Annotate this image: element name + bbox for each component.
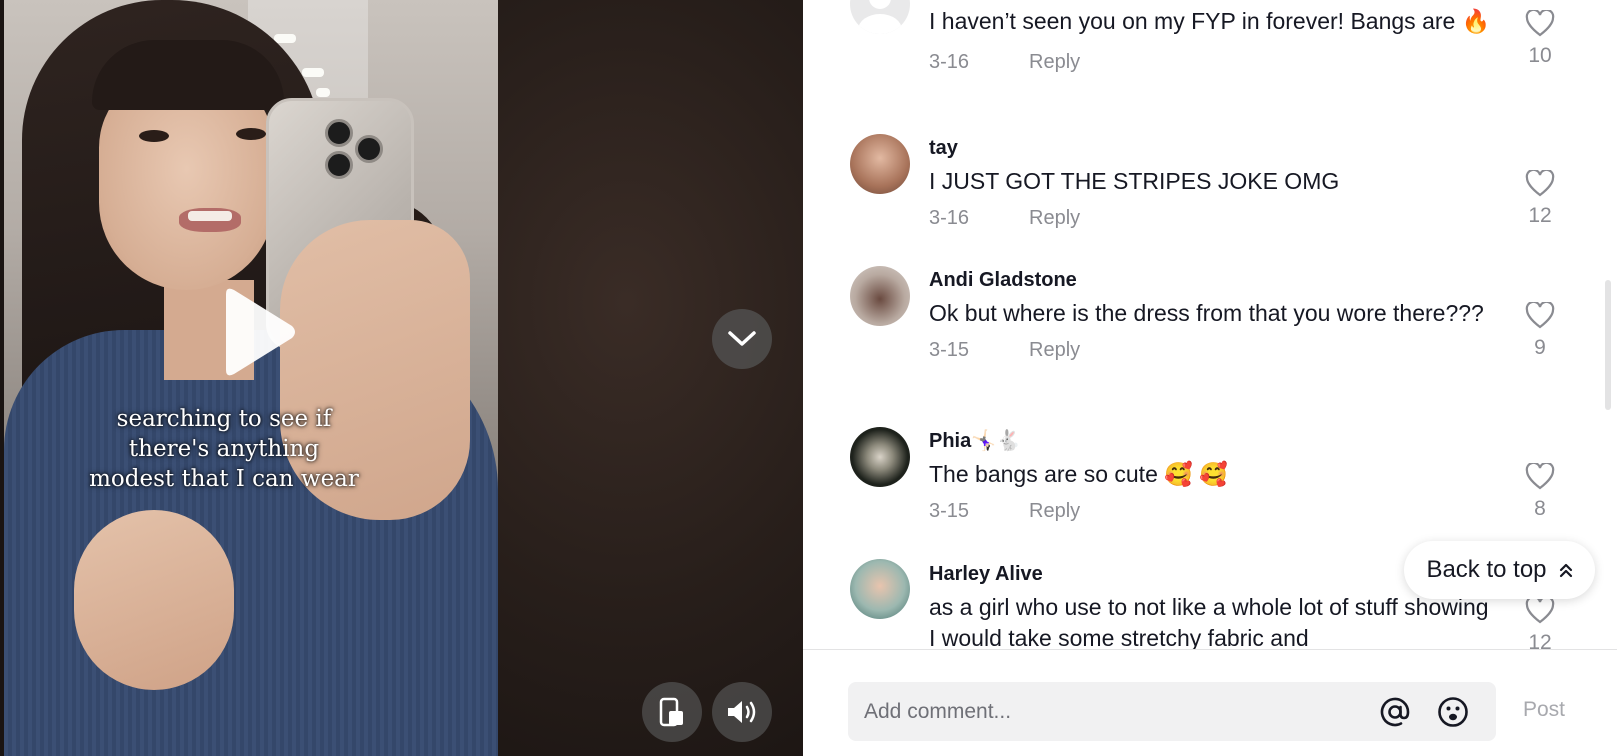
like-button[interactable]: 8 — [1522, 461, 1558, 521]
back-to-top-button[interactable]: Back to top — [1404, 541, 1595, 599]
play-button[interactable] — [218, 286, 298, 378]
bangs-shape — [92, 40, 284, 110]
heart-icon — [1525, 461, 1555, 490]
like-count: 8 — [1534, 497, 1546, 520]
video-player[interactable]: searching to see if there's anything mod… — [0, 0, 803, 756]
comment-text: Ok but where is the dress from that you … — [929, 300, 1484, 326]
comment-text: The bangs are so cute 🥰 🥰 — [929, 461, 1228, 487]
camera-lens — [325, 151, 353, 179]
like-button[interactable]: 12 — [1522, 168, 1558, 228]
ceiling-light — [274, 34, 296, 43]
back-to-top-label: Back to top — [1426, 556, 1547, 583]
like-count: 12 — [1528, 631, 1552, 649]
eye-shape — [236, 128, 266, 140]
heart-icon — [1525, 300, 1555, 329]
reply-button[interactable]: Reply — [1029, 339, 1080, 362]
reply-button[interactable]: Reply — [1029, 207, 1080, 230]
teeth-shape — [188, 211, 232, 221]
reply-button[interactable]: Reply — [1029, 500, 1080, 523]
comment-username[interactable]: Andi Gladstone — [929, 268, 1494, 292]
comment-date: 3-16 — [929, 51, 970, 73]
floating-player-button[interactable] — [642, 682, 702, 742]
comment-composer: Post — [803, 649, 1617, 756]
double-chevron-up-icon — [1559, 563, 1572, 578]
like-count: 12 — [1528, 204, 1552, 227]
post-button[interactable]: Post — [1523, 698, 1565, 722]
comment-text: I JUST GOT THE STRIPES JOKE OMG — [929, 168, 1340, 194]
heart-icon — [1525, 168, 1555, 197]
hand-shape — [74, 510, 234, 690]
avatar[interactable] — [850, 427, 910, 487]
default-avatar-icon — [858, 0, 902, 34]
eye-shape — [139, 130, 169, 142]
comment-input[interactable] — [864, 699, 1364, 724]
comment-text: I haven’t seen you on my FYP in forever!… — [929, 8, 1491, 34]
at-sign-icon — [1380, 697, 1410, 727]
avatar[interactable] — [850, 134, 910, 194]
like-button[interactable]: 10 — [1522, 8, 1558, 68]
emoji-icon — [1438, 697, 1468, 727]
camera-lens — [355, 135, 383, 163]
scrollbar[interactable] — [1605, 280, 1611, 410]
avatar[interactable] — [850, 266, 910, 326]
like-button[interactable]: 12 — [1522, 597, 1558, 649]
like-count: 9 — [1534, 336, 1546, 359]
video-caption: searching to see if there's anything mod… — [89, 406, 359, 492]
comment-date: 3-15 — [929, 339, 970, 361]
comment-text: as a girl who use to not like a whole lo… — [929, 594, 1489, 649]
emoji-button[interactable] — [1437, 696, 1469, 728]
ceiling-light — [316, 88, 330, 97]
chevron-down-icon — [728, 331, 756, 346]
reply-button[interactable]: Reply — [1029, 51, 1080, 74]
comment-date: 3-15 — [929, 500, 970, 522]
heart-icon — [1525, 597, 1555, 624]
like-count: 10 — [1528, 44, 1552, 67]
avatar[interactable] — [850, 559, 910, 619]
camera-lens — [325, 119, 353, 147]
mention-button[interactable] — [1379, 696, 1411, 728]
volume-icon — [728, 701, 756, 723]
comment-box[interactable] — [848, 682, 1496, 741]
scroll-down-button[interactable] — [712, 309, 772, 369]
avatar[interactable] — [850, 0, 910, 34]
like-button[interactable]: 9 — [1522, 300, 1558, 360]
floating-player-icon — [659, 697, 683, 727]
ceiling-light — [302, 68, 324, 77]
comment-username[interactable]: Phia🤸🏻‍♀️🐇 — [929, 429, 1494, 453]
volume-button[interactable] — [712, 682, 772, 742]
heart-icon — [1525, 8, 1555, 37]
play-icon — [226, 288, 295, 376]
comment-username[interactable]: tay — [929, 136, 1494, 160]
comment-date: 3-16 — [929, 207, 970, 229]
